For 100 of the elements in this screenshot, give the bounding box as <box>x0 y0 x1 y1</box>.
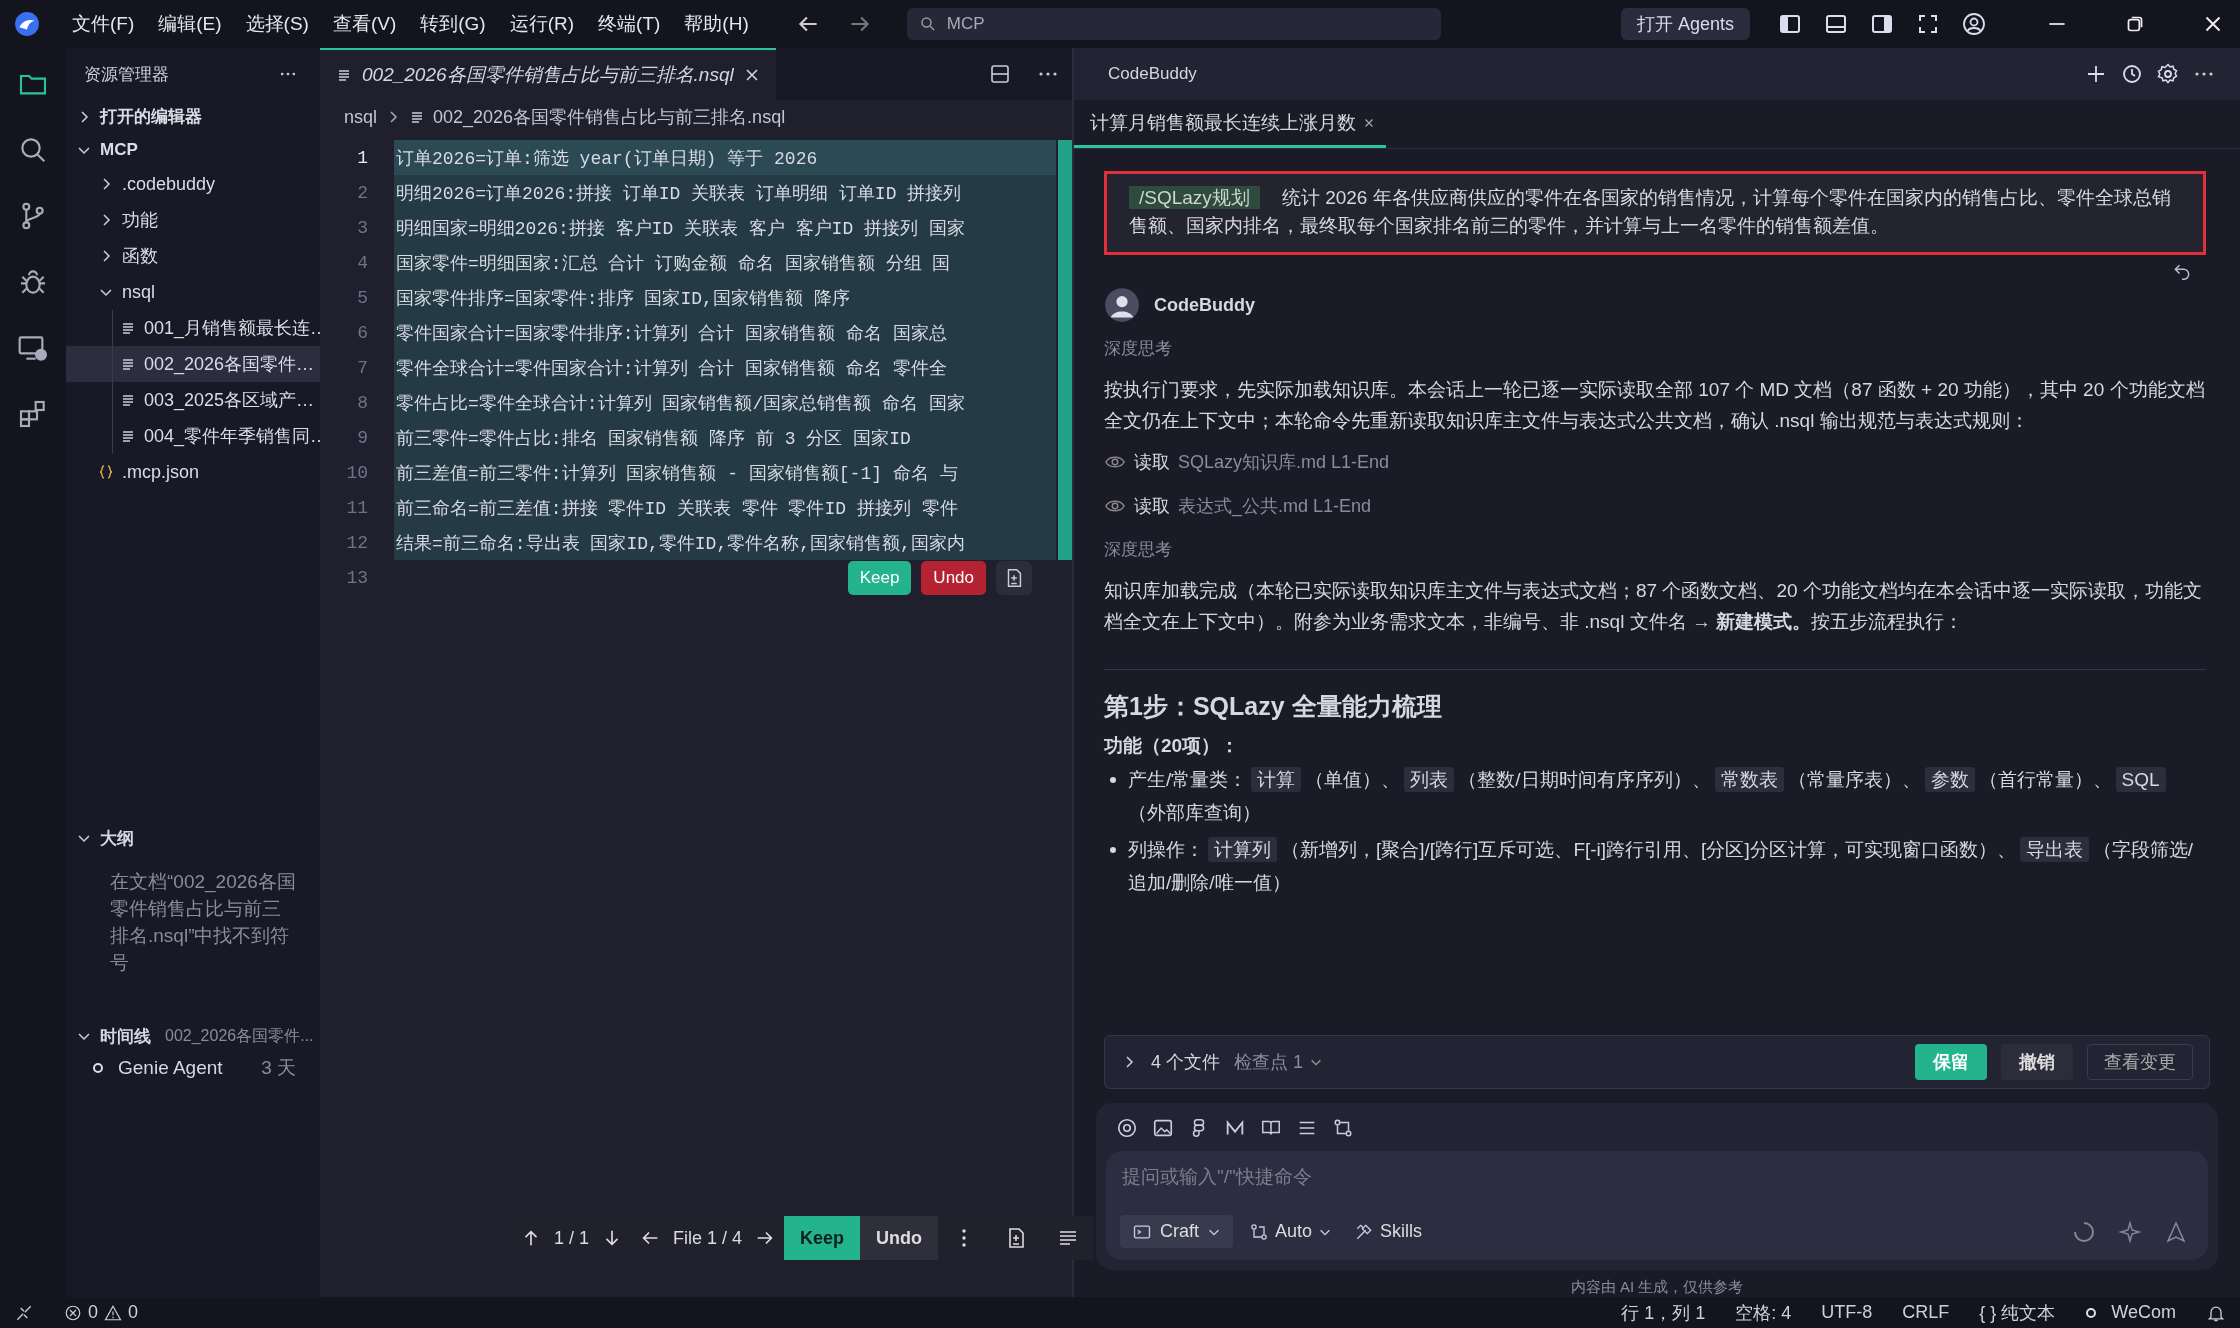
message-input[interactable]: 提问或输入"/"快捷命令 Craft Auto Skills <box>1106 1151 2208 1260</box>
file-lines-icon <box>120 320 136 336</box>
diff-marker <box>1058 140 1072 175</box>
bullet-dot <box>1110 847 1116 853</box>
sparkle-icon[interactable] <box>2118 1219 2142 1244</box>
step-heading: 第1步：SQLazy 全量能力梳理 <box>1104 691 1443 722</box>
panel-title: CodeBuddy <box>1108 64 1197 84</box>
menu-item[interactable]: 选择(S) <box>245 11 309 37</box>
search-field[interactable]: MCP <box>906 8 1441 40</box>
tree-item[interactable]: 功能 <box>66 202 320 238</box>
user-message: /SQLazy规划 统计 2026 年各供应商供应的零件在各国家的销售情况，计算每个零件在国家内的销售占比、零件全球总销售额、国家内排名，最终取每个国家排名前三的零件，并计算与上一名零件的销售额差值。 <box>1129 185 2172 238</box>
line-number: 9 <box>356 427 368 448</box>
line-number: 8 <box>356 392 368 413</box>
left-panel-icon[interactable] <box>1778 12 1802 36</box>
tree-item[interactable]: 003_2025各区域产… <box>66 382 320 418</box>
at-icon[interactable] <box>1116 1117 1138 1139</box>
mode-dropdown[interactable]: Craft <box>1120 1215 1233 1248</box>
reply-paragraph: 按执行门要求，先实际加载知识库。本会话上一轮已逐一实际读取全部 107 个 MD 文档（87 函数 + 20 功能），其中 20 个功能文档全文仍在上下文中；本轮命令先重新读取知识库主文件与表达式公共文档，确认 .nsql 输出规范与表达式规则： <box>1104 378 2206 433</box>
disclaimer: 内容由 AI 生成，仅供参考 <box>1569 1277 1745 1297</box>
menu-item[interactable]: 运行(R) <box>509 11 575 37</box>
status-item[interactable]: WeCom <box>2085 1302 2176 1323</box>
review-changes-button[interactable]: 查看变更 <box>2087 1044 2193 1080</box>
file-read-item[interactable]: 读取 SQLazy知识库.md L1-End <box>1104 450 2206 474</box>
thinking-label[interactable]: 深度思考 <box>1104 538 2206 561</box>
error-icon <box>64 1303 82 1322</box>
file-read-item[interactable]: 读取 表达式_公共.md L1-End <box>1104 494 2206 518</box>
line-number: 6 <box>356 322 368 343</box>
route-icon <box>1249 1221 1269 1242</box>
tree-item[interactable]: MCP <box>66 133 320 166</box>
send-icon[interactable] <box>2164 1219 2188 1244</box>
file-counter: File 1 / 4 <box>673 1227 743 1249</box>
breadcrumb-item[interactable]: 002_2026各国零件销售占比与前三排名.nsql <box>433 105 786 129</box>
file-count[interactable]: 4 个文件 <box>1151 1050 1220 1074</box>
explorer-title: 资源管理器 <box>84 63 169 86</box>
image-icon[interactable] <box>1152 1117 1174 1139</box>
command-chip: /SQLazy规划 <box>1129 186 1260 209</box>
diff-button[interactable] <box>996 561 1032 595</box>
status-item[interactable]: UTF-8 <box>1821 1302 1873 1323</box>
status-item[interactable]: 行 1，列 1 <box>1621 1300 1706 1325</box>
bullet-text: 产生/常量类： 计算 （单值）、 列表 （整数/日期时间有序序列）、 常数表 （常量序表）、 参数 （首行常量）、 SQL （外部库查询） <box>1128 763 2206 829</box>
menu-item[interactable]: 查看(V) <box>332 11 397 37</box>
tree-item[interactable]: .codebuddy <box>66 166 320 202</box>
timeline-header[interactable]: 时间线 002_2026各国零件... <box>66 1020 320 1052</box>
close-icon[interactable] <box>743 67 760 83</box>
checkpoint-dropdown[interactable]: 检查点 1 <box>1234 1050 1324 1074</box>
line-number: 13 <box>345 567 368 588</box>
line-number: 12 <box>345 532 368 553</box>
chat-tab[interactable]: 计算月销售额最长连续上涨月数 <box>1074 100 1386 148</box>
outline-header[interactable]: 大纲 <box>66 822 320 854</box>
menu-item[interactable]: 终端(T) <box>598 11 661 37</box>
avatar-icon <box>1104 287 1140 323</box>
outline-message: 在文档“002_2026各国零件销售占比与前三排名.nsql”中找不到符号 <box>110 870 296 975</box>
history-icon[interactable] <box>2120 62 2144 86</box>
reply-paragraph: 知识库加载完成（本轮已实际读取知识库主文件与表达式文档；87 个函数文档、20 个功能文档均在本会话中逐一实际读取，功能文档全文在上下文中）。附参为业务需求文本，非编号、非 .nsql 文件名 → 新建模式。按五步流程执行： <box>1104 579 2203 634</box>
tree-item[interactable]: nsql <box>66 274 320 310</box>
circle-icon <box>2085 1306 2098 1319</box>
tree-item[interactable]: 函数 <box>66 238 320 274</box>
change-counter: 1 / 1 <box>554 1227 590 1249</box>
keep-button[interactable]: Keep <box>784 1216 861 1260</box>
undo-button[interactable]: Undo <box>921 561 986 595</box>
bullet-text: 列操作： 计算列 （新增列，[聚合]/[跨行]互斥可选、F[-i]跨行引用、[分区]分区计算，可实现窗口函数）、 导出表 （字段筛选/追加/删除/唯一值） <box>1128 836 2194 895</box>
menu-item[interactable]: 帮助(H) <box>684 11 749 37</box>
right-panel-icon[interactable] <box>1870 12 1894 36</box>
section-label: 功能（20项）： <box>1104 734 1241 758</box>
status-item[interactable]: 空格: 4 <box>1735 1300 1792 1325</box>
skills-button[interactable]: Skills <box>1348 1215 1429 1248</box>
braces-icon <box>98 464 114 480</box>
circle-icon <box>92 1062 104 1074</box>
breadcrumb-item[interactable]: nsql <box>344 106 378 128</box>
menu-item[interactable]: 转到(G) <box>420 11 486 37</box>
settings-icon[interactable] <box>2156 62 2180 86</box>
tree-item[interactable]: 打开的编辑器 <box>66 100 320 133</box>
menu-item[interactable]: 文件(F) <box>72 11 135 37</box>
timeline-item[interactable]: Genie Agent 3 天 <box>66 1052 320 1084</box>
status-item[interactable]: { } 纯文本 <box>1979 1300 2056 1325</box>
status-item[interactable]: CRLF <box>1902 1302 1950 1323</box>
undo-button[interactable]: Undo <box>860 1216 939 1260</box>
problems-indicator[interactable]: 0 0 <box>64 1302 139 1323</box>
thinking-label[interactable]: 深度思考 <box>1104 337 2206 360</box>
file-lines-icon <box>120 356 136 372</box>
bottom-panel-icon[interactable] <box>1824 12 1848 36</box>
fullscreen-icon[interactable] <box>1916 12 1940 36</box>
workflow-icon[interactable] <box>1332 1117 1354 1139</box>
bullet-dot <box>1110 777 1116 783</box>
menu-item[interactable]: 编辑(E) <box>158 11 222 37</box>
app-logo-icon <box>14 11 40 37</box>
editor-tab[interactable]: 002_2026各国零件销售占比与前三排名.nsql <box>320 48 776 100</box>
open-agents-button[interactable]: 打开 Agents <box>1620 8 1750 40</box>
tree-item[interactable]: .mcp.json <box>66 454 320 490</box>
tree-item[interactable]: 002_2026各国零件… <box>66 346 320 382</box>
line-number: 5 <box>356 287 368 308</box>
model-dropdown[interactable]: Auto <box>1243 1215 1339 1248</box>
split-editor-icon[interactable] <box>988 62 1012 86</box>
line-number: 11 <box>345 497 368 518</box>
line-number: 1 <box>356 147 368 168</box>
account-icon[interactable] <box>1962 12 1986 36</box>
line-number: 2 <box>356 182 368 203</box>
undo-button[interactable]: 撤销 <box>2001 1044 2073 1080</box>
file-lines-icon <box>336 67 352 83</box>
author-name: CodeBuddy <box>1154 294 1255 316</box>
